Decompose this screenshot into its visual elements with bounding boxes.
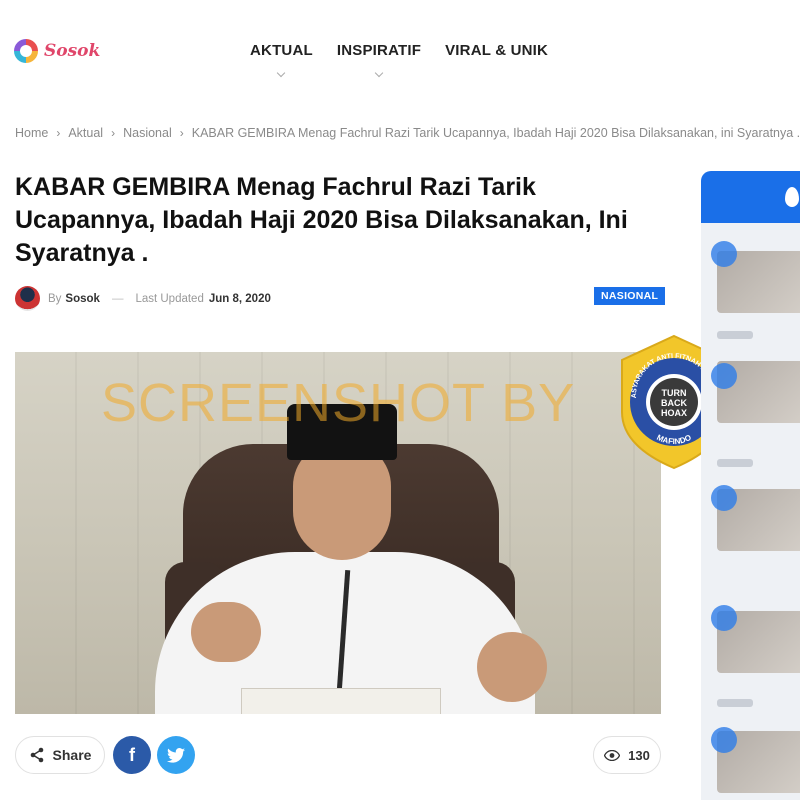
person-hand	[477, 632, 547, 702]
facebook-share-button[interactable]: f	[113, 736, 151, 774]
chevron-right-icon: ›	[111, 126, 116, 140]
sidebar-rank-badge	[711, 605, 737, 631]
sidebar-rank-badge	[711, 241, 737, 267]
view-count-value: 130	[628, 747, 650, 763]
stamp-line-1: TURN	[662, 388, 687, 398]
person-hand	[191, 602, 261, 662]
breadcrumb: Home › Aktual › Nasional › KABAR GEMBIRA…	[15, 126, 800, 140]
nav-item-label: VIRAL & UNIK	[445, 42, 549, 59]
updated-label: Last Updated	[135, 292, 204, 305]
breadcrumb-aktual[interactable]: Aktual	[68, 126, 103, 140]
nav-item-label: AKTUAL	[250, 42, 313, 59]
nav-item-label: INSPIRATIF	[336, 42, 422, 59]
breadcrumb-current: KABAR GEMBIRA Menag Fachrul Razi Tarik U…	[191, 126, 800, 140]
nav-item-aktual[interactable]: AKTUAL	[250, 42, 313, 78]
featured-image: SCREENSHOT BY	[15, 352, 661, 714]
twitter-share-button[interactable]	[157, 736, 195, 774]
logo-ring-icon	[14, 39, 38, 63]
article-meta: By Sosok — Last Updated Jun 8, 2020	[15, 286, 271, 311]
article-title: KABAR GEMBIRA Menag Fachrul Razi Tarik U…	[15, 173, 628, 267]
view-count: 130	[593, 736, 661, 774]
site-logo[interactable]: Sosok	[14, 37, 100, 65]
sidebar-text-placeholder	[717, 331, 753, 339]
main-nav: AKTUAL INSPIRATIF VIRAL & UNIK	[250, 42, 548, 78]
meta-separator: —	[111, 292, 124, 305]
sidebar-rank-badge	[711, 727, 737, 753]
sidebar-rank-badge	[711, 485, 737, 511]
nav-item-viral-unik[interactable]: VIRAL & UNIK	[445, 42, 548, 59]
chevron-right-icon: ›	[179, 126, 184, 140]
chevron-down-icon	[374, 68, 384, 78]
author-name[interactable]: Sosok	[65, 293, 100, 305]
breadcrumb-nasional[interactable]: Nasional	[123, 126, 172, 140]
twitter-icon	[167, 747, 185, 763]
sidebar-rank-badge	[711, 363, 737, 389]
author-avatar[interactable]	[15, 286, 40, 311]
stamp-line-2: BACK	[661, 398, 687, 408]
eye-icon	[604, 749, 621, 761]
share-label: Share	[52, 747, 92, 763]
nameplate	[241, 688, 441, 714]
share-icon	[30, 747, 43, 763]
nav-item-inspiratif[interactable]: INSPIRATIF	[336, 42, 422, 78]
by-label: By	[48, 292, 62, 305]
sidebar-text-placeholder	[717, 699, 753, 707]
stamp-line-3: HOAX	[661, 408, 687, 418]
sidebar-text-placeholder	[717, 459, 753, 467]
breadcrumb-home[interactable]: Home	[15, 126, 48, 140]
fire-icon	[785, 187, 799, 207]
facebook-icon: f	[129, 744, 135, 765]
logo-text: Sosok	[44, 41, 101, 61]
category-badge[interactable]: NASIONAL	[594, 287, 666, 305]
updated-date: Jun 8, 2020	[208, 292, 271, 305]
chevron-down-icon	[277, 68, 286, 78]
trending-sidebar	[701, 171, 800, 800]
share-button[interactable]: Share	[15, 736, 105, 774]
chevron-right-icon: ›	[56, 126, 61, 140]
screenshot-watermark: SCREENSHOT BY	[101, 373, 576, 433]
sidebar-header	[701, 171, 800, 223]
